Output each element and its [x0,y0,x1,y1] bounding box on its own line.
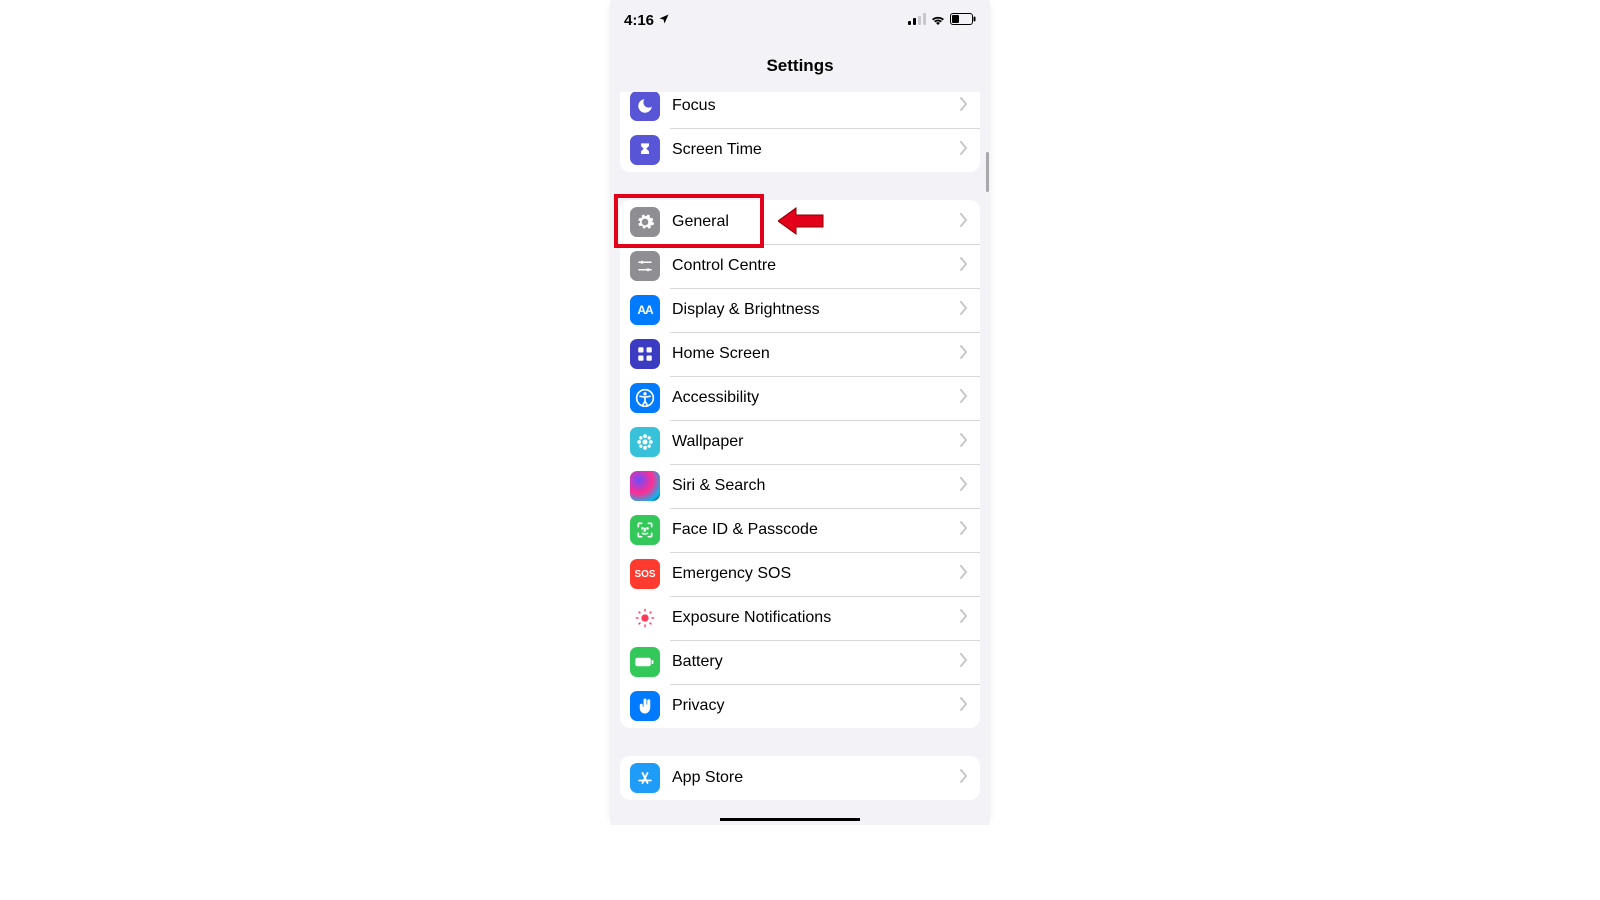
settings-row-label: Exposure Notifications [672,609,960,627]
chevron-right-icon [960,213,968,232]
app-store-icon [630,763,660,793]
text-size-icon: AA [630,295,660,325]
settings-row-exposure-notifications[interactable]: Exposure Notifications [620,596,980,640]
hourglass-icon [630,135,660,165]
grid-icon [630,339,660,369]
settings-row-label: Control Centre [672,257,960,275]
chevron-right-icon [960,565,968,584]
settings-row-focus[interactable]: Focus [620,92,980,128]
settings-row-display-brightness[interactable]: AA Display & Brightness [620,288,980,332]
settings-row-label: Privacy [672,697,960,715]
location-services-icon [658,12,670,29]
flower-icon [630,427,660,457]
phone-frame: 4:16 [610,0,990,825]
moon-icon [630,92,660,121]
wifi-icon [930,12,946,29]
sos-text-icon: SOS [630,559,660,589]
settings-row-label: App Store [672,769,960,787]
chevron-right-icon [960,477,968,496]
status-time: 4:16 [624,12,654,29]
chevron-right-icon [960,345,968,364]
settings-group: Focus Screen Time [620,92,980,172]
settings-row-label: Display & Brightness [672,301,960,319]
hand-icon [630,691,660,721]
settings-row-label: Focus [672,97,960,115]
exposure-dot-icon [630,603,660,633]
chevron-right-icon [960,301,968,320]
status-left: 4:16 [624,12,670,29]
chevron-right-icon [960,653,968,672]
status-bar: 4:16 [610,0,990,40]
settings-row-privacy[interactable]: Privacy [620,684,980,728]
chevron-right-icon [960,433,968,452]
settings-row-label: Battery [672,653,960,671]
battery-icon [630,647,660,677]
settings-group: App Store [620,756,980,800]
settings-row-face-id-passcode[interactable]: Face ID & Passcode [620,508,980,552]
settings-row-label: Screen Time [672,141,960,159]
chevron-right-icon [960,97,968,116]
chevron-right-icon [960,769,968,788]
settings-row-control-centre[interactable]: Control Centre [620,244,980,288]
settings-row-label: Siri & Search [672,477,960,495]
settings-scroll[interactable]: Focus Screen Time General Control Centre AA D… [610,92,990,825]
cellular-signal-icon [908,12,926,29]
chevron-right-icon [960,389,968,408]
settings-row-wallpaper[interactable]: Wallpaper [620,420,980,464]
gear-icon [630,207,660,237]
face-id-icon [630,515,660,545]
annotation-underline [720,818,860,821]
settings-row-battery[interactable]: Battery [620,640,980,684]
scroll-indicator [986,152,989,192]
settings-row-emergency-sos[interactable]: SOS Emergency SOS [620,552,980,596]
status-right [908,12,976,29]
chevron-right-icon [960,141,968,160]
settings-row-label: Home Screen [672,345,960,363]
settings-row-label: Emergency SOS [672,565,960,583]
sliders-icon [630,251,660,281]
settings-row-siri-search[interactable]: Siri & Search [620,464,980,508]
settings-row-general[interactable]: General [620,200,980,244]
battery-icon [950,12,976,29]
chevron-right-icon [960,697,968,716]
chevron-right-icon [960,257,968,276]
settings-row-label: General [672,213,960,231]
chevron-right-icon [960,521,968,540]
nav-bar: Settings [610,40,990,92]
settings-row-app-store[interactable]: App Store [620,756,980,800]
settings-group: General Control Centre AA Display & Brightn… [620,200,980,728]
settings-row-screen-time[interactable]: Screen Time [620,128,980,172]
settings-row-label: Wallpaper [672,433,960,451]
settings-row-home-screen[interactable]: Home Screen [620,332,980,376]
page-title: Settings [766,56,833,76]
settings-row-accessibility[interactable]: Accessibility [620,376,980,420]
accessibility-icon [630,383,660,413]
siri-orb-icon [630,471,660,501]
settings-row-label: Accessibility [672,389,960,407]
chevron-right-icon [960,609,968,628]
settings-row-label: Face ID & Passcode [672,521,960,539]
